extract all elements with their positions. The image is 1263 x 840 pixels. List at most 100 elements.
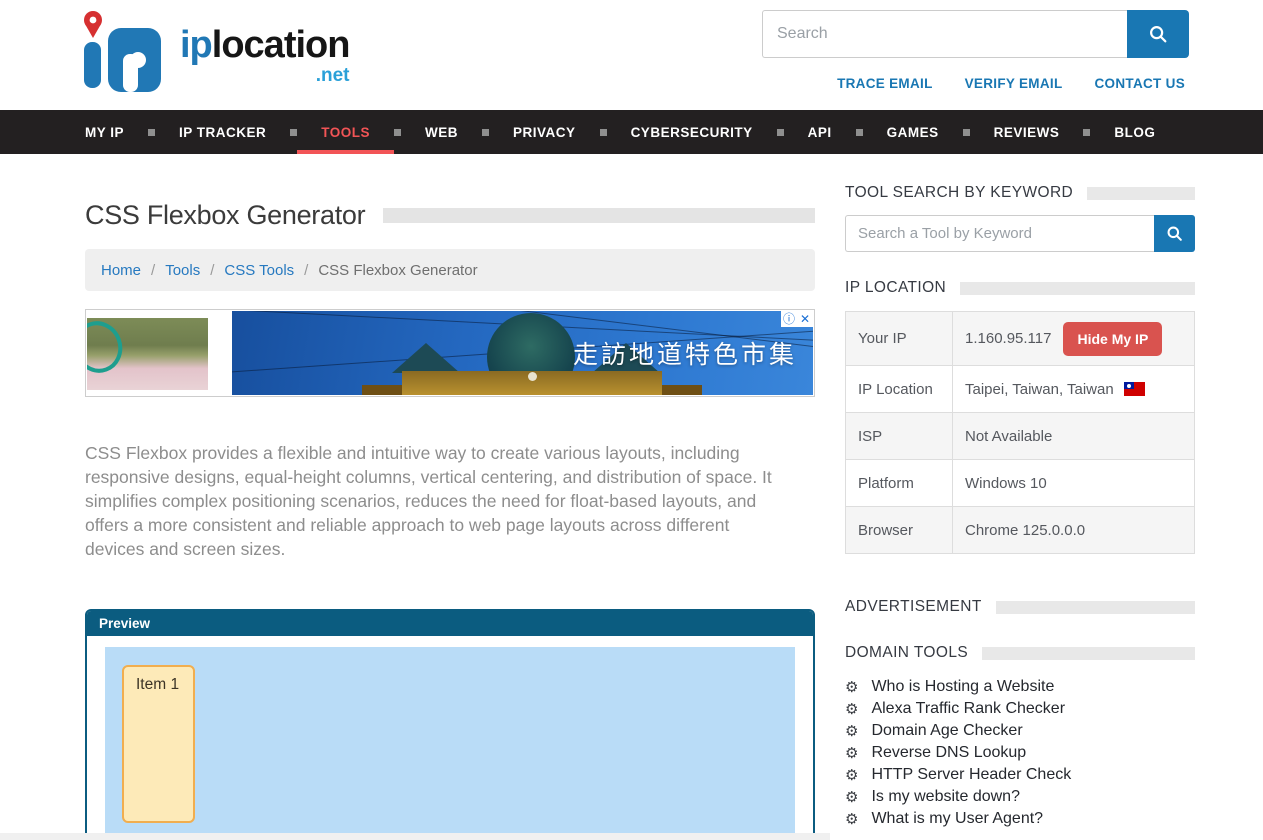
taiwan-flag-icon <box>1124 382 1145 396</box>
list-item-user-agent[interactable]: ⚙ What is my User Agent? <box>845 808 1195 830</box>
ad-thumbnail-graphic <box>87 318 131 380</box>
domain-tools-heading: DOMAIN TOOLS <box>845 644 968 662</box>
nav-separator <box>963 129 970 136</box>
ip-location-heading-row: IP LOCATION <box>845 279 1195 297</box>
gear-icon: ⚙ <box>845 702 858 717</box>
nav-item-api[interactable]: API <box>784 110 856 154</box>
tool-search-input[interactable] <box>845 215 1154 252</box>
list-item-label: Reverse DNS Lookup <box>871 744 1026 762</box>
list-item-domain-age[interactable]: ⚙ Domain Age Checker <box>845 720 1195 742</box>
nav-item-tools[interactable]: TOOLS <box>297 110 394 154</box>
trace-email-link[interactable]: TRACE EMAIL <box>837 76 933 91</box>
ad-thumbnail-image[interactable] <box>87 318 208 390</box>
title-decoration-bar <box>383 208 815 223</box>
logo-wordmark: iplocation .net <box>180 26 349 85</box>
nav-item-ip-tracker[interactable]: IP TRACKER <box>155 110 290 154</box>
nav-separator <box>777 129 784 136</box>
heading-decoration-bar <box>982 647 1195 660</box>
main-content: CSS Flexbox Generator Home / Tools / CSS… <box>0 154 1263 840</box>
row-label: Your IP <box>846 312 953 366</box>
preview-panel-title: Preview <box>87 611 813 636</box>
flexbox-preview-item: Item 1 <box>122 665 195 823</box>
heading-decoration-bar <box>960 282 1195 295</box>
page-title-row: CSS Flexbox Generator <box>85 200 815 231</box>
nav-separator <box>394 129 401 136</box>
list-item-label: Alexa Traffic Rank Checker <box>871 700 1065 718</box>
flexbox-preview-container: Item 1 <box>105 647 795 840</box>
ad-banner[interactable]: 走訪地道特色市集 ⓘ ✕ <box>85 309 815 397</box>
breadcrumb-home[interactable]: Home <box>101 262 141 279</box>
list-item-who-is-hosting[interactable]: ⚙ Who is Hosting a Website <box>845 676 1195 698</box>
content-column: CSS Flexbox Generator Home / Tools / CSS… <box>85 154 815 840</box>
nav-item-reviews[interactable]: REVIEWS <box>970 110 1084 154</box>
header-links: TRACE EMAIL VERIFY EMAIL CONTACT US <box>837 76 1185 91</box>
advertisement-heading-row: ADVERTISEMENT <box>845 598 1195 616</box>
ip-location-table: Your IP 1.160.95.117 Hide My IP IP Locat… <box>845 311 1195 554</box>
row-label: Platform <box>846 460 953 507</box>
nav-item-my-ip[interactable]: MY IP <box>85 110 148 154</box>
row-label: ISP <box>846 413 953 460</box>
header-search-input[interactable] <box>762 10 1127 58</box>
nav-item-games[interactable]: GAMES <box>863 110 963 154</box>
logo-text-location: location <box>212 24 350 66</box>
nav-item-cybersecurity[interactable]: CYBERSECURITY <box>607 110 777 154</box>
gear-icon: ⚙ <box>845 768 858 783</box>
nav-separator <box>482 129 489 136</box>
ad-controls: ⓘ ✕ <box>781 311 813 327</box>
ad-graphic-roof <box>392 343 460 373</box>
breadcrumb: Home / Tools / CSS Tools / CSS Flexbox G… <box>85 249 815 291</box>
breadcrumb-css-tools[interactable]: CSS Tools <box>224 262 294 279</box>
ad-headline: 走訪地道特色市集 <box>573 335 797 371</box>
ip-location-heading: IP LOCATION <box>845 279 946 297</box>
contact-us-link[interactable]: CONTACT US <box>1095 76 1186 91</box>
gear-icon: ⚙ <box>845 680 858 695</box>
ip-location-value: Taipei, Taiwan, Taiwan <box>965 381 1114 398</box>
list-item-reverse-dns[interactable]: ⚙ Reverse DNS Lookup <box>845 742 1195 764</box>
breadcrumb-current: CSS Flexbox Generator <box>318 262 477 279</box>
ad-close-icon[interactable]: ✕ <box>797 311 813 327</box>
heading-decoration-bar <box>1087 187 1195 200</box>
header-search <box>762 10 1189 58</box>
domain-tools-heading-row: DOMAIN TOOLS <box>845 644 1195 662</box>
list-item-label: HTTP Server Header Check <box>871 766 1071 784</box>
nav-separator <box>148 129 155 136</box>
tool-search-button[interactable] <box>1154 215 1195 252</box>
tool-description: CSS Flexbox provides a flexible and intu… <box>85 441 791 561</box>
preview-panel: Preview Item 1 <box>85 609 815 840</box>
site-header: iplocation .net TRACE EMAIL VERIFY EMAIL… <box>0 0 1263 110</box>
adchoices-info-icon[interactable]: ⓘ <box>781 311 797 327</box>
tool-search <box>845 215 1195 252</box>
header-search-button[interactable] <box>1127 10 1189 58</box>
nav-item-blog[interactable]: BLOG <box>1090 110 1179 154</box>
breadcrumb-separator: / <box>210 262 214 279</box>
advertisement-heading: ADVERTISEMENT <box>845 598 982 616</box>
heading-decoration-bar <box>996 601 1195 614</box>
site-logo[interactable]: iplocation .net <box>78 8 349 94</box>
ad-graphic-clock <box>528 372 537 381</box>
list-item-website-down[interactable]: ⚙ Is my website down? <box>845 786 1195 808</box>
gear-icon: ⚙ <box>845 724 858 739</box>
tool-search-heading-row: TOOL SEARCH BY KEYWORD <box>845 184 1195 202</box>
logo-text-tld: .net <box>180 66 349 85</box>
row-value: Taipei, Taiwan, Taiwan <box>953 366 1195 413</box>
list-item-alexa-rank[interactable]: ⚙ Alexa Traffic Rank Checker <box>845 698 1195 720</box>
list-item-label: What is my User Agent? <box>871 810 1043 828</box>
nav-item-web[interactable]: WEB <box>401 110 482 154</box>
main-nav: MY IP IP TRACKER TOOLS WEB PRIVACY CYBER… <box>0 110 1263 154</box>
preview-body: Item 1 <box>87 636 813 840</box>
domain-tools-list: ⚙ Who is Hosting a Website ⚙ Alexa Traff… <box>845 676 1195 830</box>
list-item-http-header[interactable]: ⚙ HTTP Server Header Check <box>845 764 1195 786</box>
hide-my-ip-button[interactable]: Hide My IP <box>1063 322 1162 356</box>
nav-item-privacy[interactable]: PRIVACY <box>489 110 600 154</box>
list-item-label: Who is Hosting a Website <box>871 678 1054 696</box>
verify-email-link[interactable]: VERIFY EMAIL <box>965 76 1063 91</box>
your-ip-value: 1.160.95.117 <box>965 330 1051 347</box>
table-row: Browser Chrome 125.0.0.0 <box>846 507 1195 554</box>
logo-text-ip: ip <box>180 24 212 66</box>
breadcrumb-tools[interactable]: Tools <box>165 262 200 279</box>
search-icon <box>1165 224 1184 243</box>
ad-main-image[interactable]: 走訪地道特色市集 <box>232 311 813 395</box>
search-icon <box>1147 23 1169 45</box>
iplocation-logo-icon <box>78 8 178 94</box>
row-label: Browser <box>846 507 953 554</box>
